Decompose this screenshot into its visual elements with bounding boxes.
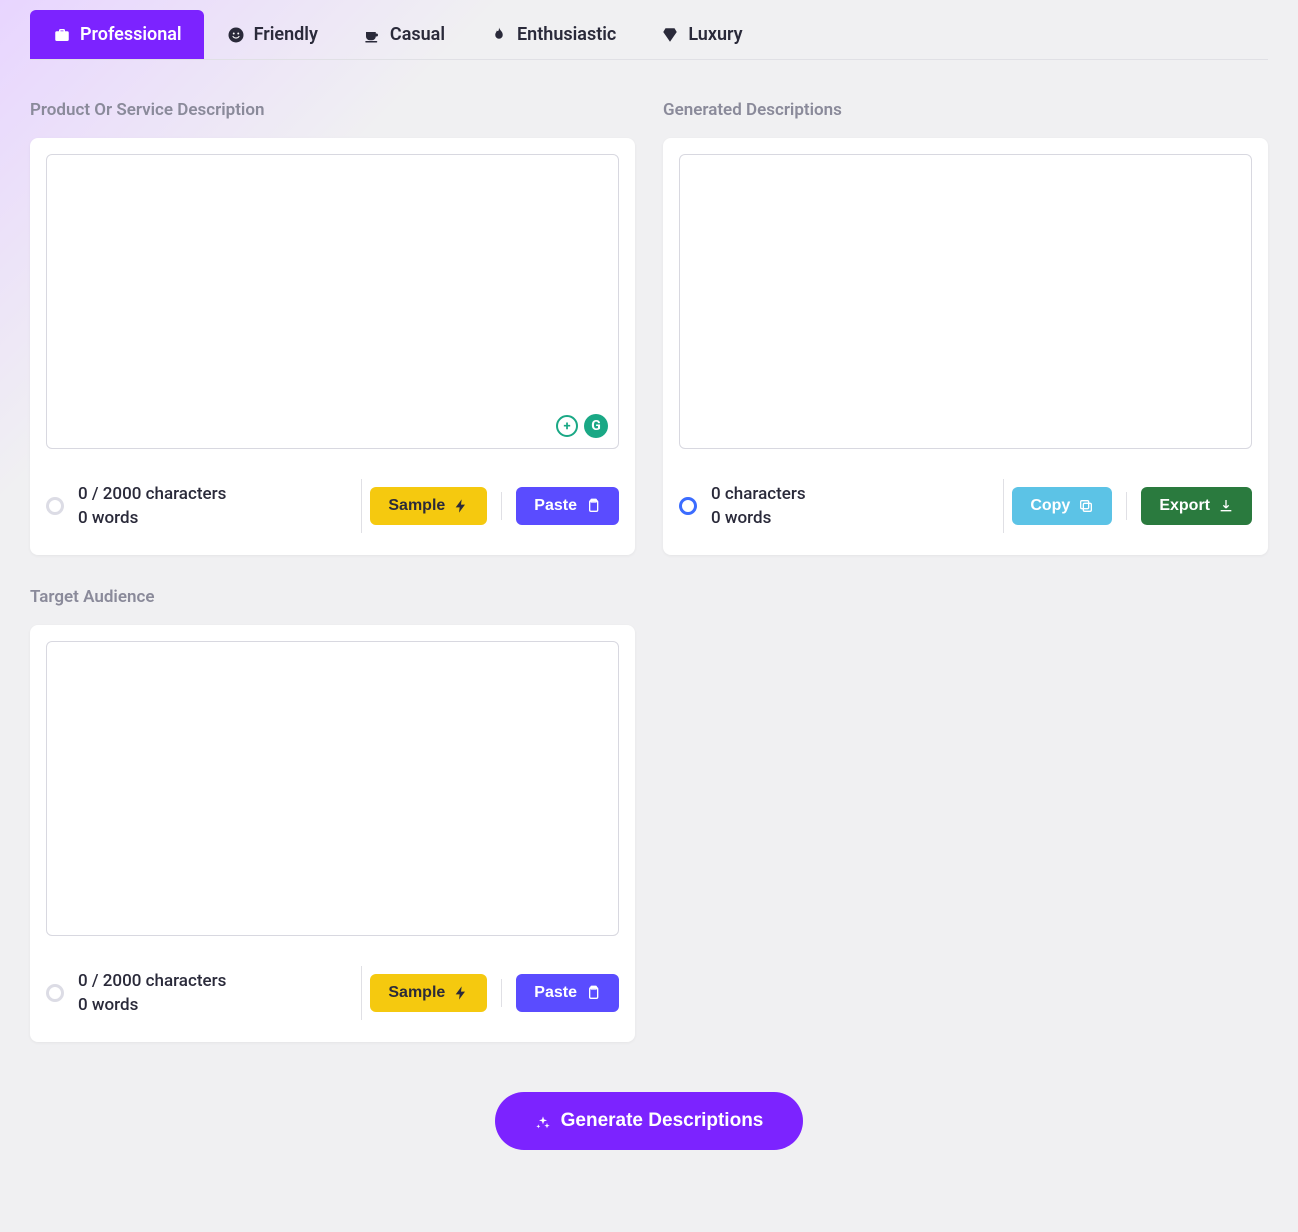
copy-button[interactable]: Copy [1012,487,1112,525]
generate-label: Generate Descriptions [561,1110,764,1132]
audience-card: 0 / 2000 characters 0 words Sample [30,625,635,1042]
separator [501,979,502,1007]
paste-button[interactable]: Paste [516,487,619,525]
status-indicator [679,497,697,515]
separator [1003,479,1004,533]
gem-icon [660,25,680,45]
separator [361,479,362,533]
clipboard-icon [585,985,601,1001]
tab-enthusiastic[interactable]: Enthusiastic [467,10,638,59]
separator [1126,492,1127,520]
tab-label: Casual [390,24,445,45]
clipboard-icon [585,498,601,514]
tab-label: Enthusiastic [517,24,616,45]
generate-button[interactable]: Generate Descriptions [495,1092,804,1150]
copy-icon [1078,498,1094,514]
product-title: Product Or Service Description [30,100,635,120]
download-icon [1218,498,1234,514]
coffee-icon [362,25,382,45]
product-section: Product Or Service Description + G [30,100,635,555]
audience-section: Target Audience 0 / 2000 characters 0 wo… [30,587,635,1042]
paste-button[interactable]: Paste [516,974,619,1012]
product-word-count: 0 words [78,508,226,528]
tab-friendly[interactable]: Friendly [204,10,340,59]
audience-input[interactable] [59,654,630,947]
separator [501,492,502,520]
product-textarea[interactable]: + G [46,154,619,449]
grammarly-icon[interactable]: G [584,414,608,438]
product-card: + G 0 / 2000 characters 0 words [30,138,635,555]
tab-casual[interactable]: Casual [340,10,467,59]
smile-icon [226,25,246,45]
paste-label: Paste [534,984,577,1002]
sample-label: Sample [388,984,445,1002]
audience-textarea[interactable] [46,641,619,936]
tab-label: Luxury [688,24,742,45]
generated-title: Generated Descriptions [663,100,1268,120]
generated-char-count: 0 characters [711,484,806,504]
generated-card: 0 characters 0 words Copy [663,138,1268,555]
generated-section: Generated Descriptions 0 characters 0 wo… [663,100,1268,555]
export-button[interactable]: Export [1141,487,1252,525]
sample-button[interactable]: Sample [370,974,487,1012]
bolt-icon [453,985,469,1001]
bolt-icon [453,498,469,514]
export-label: Export [1159,497,1210,515]
tab-label: Friendly [254,24,318,45]
status-indicator [46,497,64,515]
audience-char-count: 0 / 2000 characters [78,971,226,991]
audience-word-count: 0 words [78,995,226,1015]
product-input[interactable] [59,167,630,460]
tab-professional[interactable]: Professional [30,10,204,59]
sparkle-icon [535,1113,551,1129]
paste-label: Paste [534,497,577,515]
status-indicator [46,984,64,1002]
product-char-count: 0 / 2000 characters [78,484,226,504]
tone-tabs: Professional Friendly Casual Enthusiasti… [30,0,1268,60]
generated-input[interactable] [692,167,1263,460]
generated-output[interactable] [679,154,1252,449]
grammarly-plus-icon[interactable]: + [556,415,578,437]
briefcase-icon [52,25,72,45]
copy-label: Copy [1030,497,1070,515]
generated-word-count: 0 words [711,508,806,528]
sample-button[interactable]: Sample [370,487,487,525]
separator [361,966,362,1020]
grammarly-widget: + G [556,414,608,438]
fire-icon [489,25,509,45]
sample-label: Sample [388,497,445,515]
audience-title: Target Audience [30,587,635,607]
tab-luxury[interactable]: Luxury [638,10,764,59]
tab-label: Professional [80,24,182,45]
